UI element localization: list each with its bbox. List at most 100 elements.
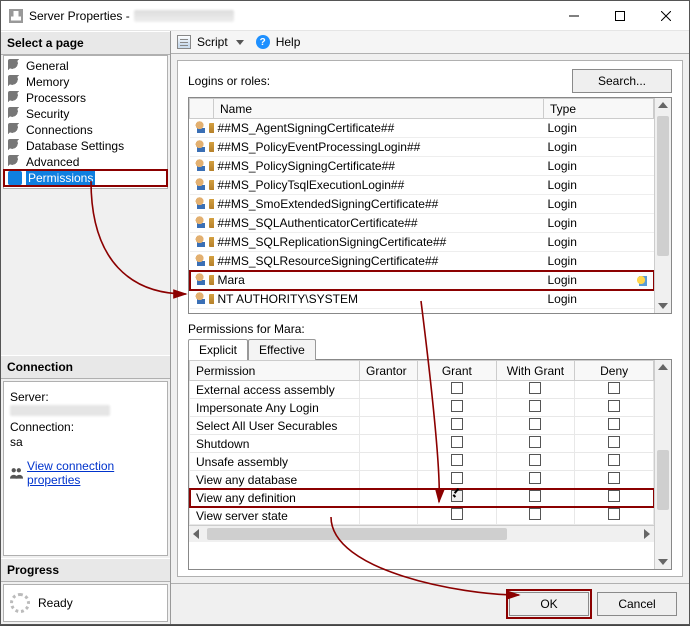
page-item-general[interactable]: General	[4, 58, 167, 74]
col-grant[interactable]: Grant	[418, 361, 497, 381]
col-name[interactable]: Name	[214, 99, 544, 119]
login-name: ##MS_SQLReplicationSigningCertificate##	[214, 233, 544, 252]
titlebar[interactable]: Server Properties -	[1, 1, 689, 31]
checkbox[interactable]	[529, 490, 541, 502]
checkbox[interactable]	[451, 508, 463, 520]
page-item-permissions[interactable]: Permissions	[4, 170, 167, 186]
login-row[interactable]: ##MS_SQLResourceSigningCertificate##Logi…	[190, 252, 654, 271]
logins-scrollbar[interactable]	[654, 98, 671, 313]
permissions-table[interactable]: Permission Grantor Grant With Grant Deny…	[189, 360, 654, 525]
permission-grantor	[360, 471, 418, 489]
login-icon	[194, 121, 208, 133]
permission-row[interactable]: External access assembly	[190, 381, 654, 399]
permission-grantor	[360, 399, 418, 417]
checkbox[interactable]	[608, 382, 620, 394]
help-button[interactable]: Help	[276, 35, 301, 49]
login-name: ##MS_SQLAuthenticatorCertificate##	[214, 214, 544, 233]
search-button[interactable]: Search...	[572, 69, 672, 93]
checkbox[interactable]	[451, 400, 463, 412]
checkbox[interactable]	[529, 436, 541, 448]
script-dropdown-icon[interactable]	[236, 40, 244, 45]
permission-row[interactable]: Select All User Securables	[190, 417, 654, 435]
progress-status: Ready	[38, 596, 73, 610]
permission-row[interactable]: View server state	[190, 507, 654, 525]
wrench-icon	[8, 171, 22, 185]
checkbox[interactable]	[451, 418, 463, 430]
checkbox[interactable]	[608, 472, 620, 484]
checkbox[interactable]	[529, 418, 541, 430]
checkbox[interactable]	[529, 508, 541, 520]
tab-effective[interactable]: Effective	[248, 339, 316, 360]
checkbox[interactable]	[451, 472, 463, 484]
col-deny[interactable]: Deny	[575, 361, 654, 381]
login-row[interactable]: ##MS_PolicySigningCertificate##Login	[190, 157, 654, 176]
checkbox[interactable]	[529, 400, 541, 412]
cancel-button[interactable]: Cancel	[597, 592, 677, 616]
checkbox[interactable]	[529, 472, 541, 484]
ok-button[interactable]: OK	[509, 592, 589, 616]
logins-table[interactable]: Name Type ##MS_AgentSigningCertificate##…	[189, 98, 654, 309]
permissions-vscrollbar[interactable]	[654, 360, 671, 569]
col-grantor[interactable]: Grantor	[360, 361, 418, 381]
permission-row[interactable]: Impersonate Any Login	[190, 399, 654, 417]
login-row[interactable]: ##MS_SQLAuthenticatorCertificate##Login	[190, 214, 654, 233]
page-item-security[interactable]: Security	[4, 106, 167, 122]
script-button[interactable]: Script	[197, 35, 228, 49]
checkbox[interactable]	[451, 382, 463, 394]
permission-grantor	[360, 435, 418, 453]
login-row[interactable]: ##MS_SmoExtendedSigningCertificate##Logi…	[190, 195, 654, 214]
login-row[interactable]: ##MS_PolicyEventProcessingLogin##Login	[190, 138, 654, 157]
permissions-hscrollbar[interactable]	[189, 525, 654, 542]
page-item-connections[interactable]: Connections	[4, 122, 167, 138]
permission-name: View any database	[190, 471, 360, 489]
page-item-label: Security	[26, 107, 69, 121]
login-row[interactable]: MaraLogin	[190, 271, 654, 290]
checkbox[interactable]	[451, 454, 463, 466]
login-type: Login	[544, 290, 654, 309]
checkbox[interactable]	[608, 490, 620, 502]
login-row[interactable]: NT AUTHORITY\SYSTEMLogin	[190, 290, 654, 309]
checkbox[interactable]	[608, 454, 620, 466]
checkbox[interactable]	[608, 400, 620, 412]
login-row[interactable]: ##MS_PolicyTsqlExecutionLogin##Login	[190, 176, 654, 195]
view-connection-properties-link[interactable]: View connection properties	[27, 459, 161, 487]
login-name: ##MS_PolicyTsqlExecutionLogin##	[214, 176, 544, 195]
minimize-button[interactable]	[551, 1, 597, 31]
permission-name: Impersonate Any Login	[190, 399, 360, 417]
checkbox[interactable]	[451, 436, 463, 448]
login-name: NT AUTHORITY\SYSTEM	[214, 290, 544, 309]
key-icon	[209, 199, 214, 209]
col-withgrant[interactable]: With Grant	[496, 361, 575, 381]
maximize-button[interactable]	[597, 1, 643, 31]
permission-row[interactable]: Unsafe assembly	[190, 453, 654, 471]
login-type: Login	[544, 271, 654, 290]
login-icon	[194, 254, 208, 266]
checkbox[interactable]	[529, 454, 541, 466]
permission-name: View any definition	[190, 489, 360, 507]
checkbox[interactable]	[529, 382, 541, 394]
page-item-memory[interactable]: Memory	[4, 74, 167, 90]
login-row[interactable]: ##MS_AgentSigningCertificate##Login	[190, 119, 654, 138]
permission-row[interactable]: View any database	[190, 471, 654, 489]
login-type: Login	[544, 138, 654, 157]
checkbox[interactable]	[451, 490, 463, 502]
permission-row[interactable]: Shutdown	[190, 435, 654, 453]
key-icon	[209, 180, 214, 190]
login-name: Mara	[214, 271, 544, 290]
checkbox[interactable]	[608, 508, 620, 520]
col-permission[interactable]: Permission	[190, 361, 360, 381]
page-item-processors[interactable]: Processors	[4, 90, 167, 106]
page-item-advanced[interactable]: Advanced	[4, 154, 167, 170]
wrench-icon	[8, 75, 22, 89]
page-item-database-settings[interactable]: Database Settings	[4, 138, 167, 154]
checkbox[interactable]	[608, 418, 620, 430]
properties-icon[interactable]	[634, 273, 648, 287]
login-row[interactable]: ##MS_SQLReplicationSigningCertificate##L…	[190, 233, 654, 252]
permission-row[interactable]: View any definition	[190, 489, 654, 507]
close-button[interactable]	[643, 1, 689, 31]
col-type[interactable]: Type	[544, 99, 654, 119]
wrench-icon	[8, 139, 22, 153]
login-icon	[194, 235, 208, 247]
tab-explicit[interactable]: Explicit	[188, 339, 248, 360]
checkbox[interactable]	[608, 436, 620, 448]
